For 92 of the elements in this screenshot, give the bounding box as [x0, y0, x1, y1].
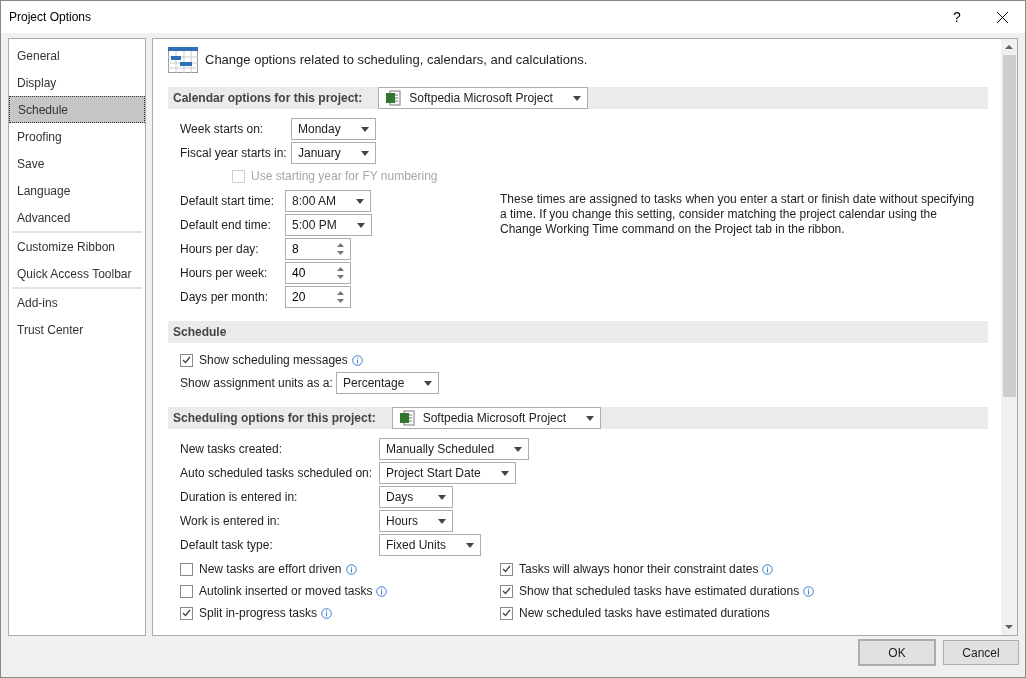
dropdown[interactable]: 5:00 PM: [285, 214, 372, 236]
field-label: Duration is entered in:: [180, 489, 299, 506]
checkbox-label: New scheduled tasks have estimated durations: [519, 605, 770, 622]
spin-arrows-icon: [337, 266, 344, 280]
dropdown[interactable]: 8:00 AM: [285, 190, 372, 212]
field-label: Show assignment units as a:: [180, 375, 334, 392]
sidebar-item[interactable]: Save: [9, 150, 145, 177]
caret-icon: [356, 198, 365, 204]
section-title: Calendar options for this project:: [173, 90, 363, 107]
field-label: Week starts on:: [180, 121, 265, 138]
checkbox-label: Use starting year for FY numbering: [251, 168, 438, 185]
checkbox[interactable]: [180, 584, 193, 598]
spin-value: 40: [292, 265, 306, 282]
dropdown[interactable]: Project Start Date: [379, 462, 516, 484]
spin-value: 20: [292, 289, 306, 306]
sidebar-item[interactable]: Proofing: [9, 123, 145, 150]
field-label: Auto scheduled tasks scheduled on:: [180, 465, 374, 482]
checkmark-icon: [502, 587, 511, 595]
section-title: Scheduling options for this project:: [173, 410, 376, 427]
gantt-chart-icon: [168, 47, 198, 73]
caret-icon: [360, 126, 369, 132]
checkbox[interactable]: [180, 353, 193, 367]
field-label: Hours per day:: [180, 241, 260, 258]
checkbox-label: Show scheduling messages: [199, 352, 348, 369]
dialog-button[interactable]: OK: [859, 640, 935, 665]
caret-icon: [356, 222, 365, 228]
checkbox-label: Split in-progress tasks: [199, 605, 318, 622]
spin-box[interactable]: 20: [285, 286, 351, 308]
caret-icon: [500, 470, 509, 476]
field-label: Days per month:: [180, 289, 270, 306]
checkmark-icon: [502, 609, 511, 617]
field-label: Work is entered in:: [180, 513, 281, 530]
dropdown[interactable]: Hours: [379, 510, 453, 532]
document-icon: [398, 410, 415, 426]
checkmark-icon: [502, 565, 511, 573]
dropdown[interactable]: Monday: [291, 118, 376, 140]
spin-box[interactable]: 40: [285, 262, 351, 284]
field-label: New tasks created:: [180, 441, 284, 458]
sidebar-item[interactable]: Display: [9, 69, 145, 96]
checkbox-label: New tasks are effort driven: [199, 561, 342, 578]
caret-icon: [586, 415, 595, 421]
spin-arrows-icon: [337, 290, 344, 304]
caret-icon: [360, 150, 369, 156]
caret-icon: [572, 95, 581, 101]
project-dropdown[interactable]: Softpedia Microsoft Project: [391, 407, 602, 429]
checkmark-icon: [182, 609, 191, 617]
section-title: Schedule: [173, 324, 227, 341]
dropdown[interactable]: January: [291, 142, 376, 164]
checkbox[interactable]: [500, 584, 513, 598]
dropdown[interactable]: Manually Scheduled: [379, 438, 530, 460]
scroll-thumb[interactable]: [1002, 55, 1016, 397]
field-label: Default end time:: [180, 217, 272, 234]
close-icon: [996, 11, 1008, 23]
checkbox-label: Autolink inserted or moved tasks: [199, 583, 373, 600]
caret-icon: [438, 494, 446, 500]
checkbox[interactable]: [500, 562, 513, 576]
caret-icon: [424, 380, 433, 386]
field-label: Default start time:: [180, 193, 276, 210]
spin-box[interactable]: 8: [285, 238, 351, 260]
checkbox-label: Tasks will always honor their constraint dates: [519, 561, 759, 578]
checkbox[interactable]: [180, 606, 193, 620]
field-label: Hours per week:: [180, 265, 269, 282]
spin-value: 8: [292, 241, 299, 258]
sidebar-item[interactable]: Schedule: [9, 96, 145, 123]
scrollbar[interactable]: [1001, 39, 1017, 635]
dialog-button[interactable]: Cancel: [943, 640, 1019, 665]
field-label: Default task type:: [180, 537, 274, 554]
field-label: Fiscal year starts in:: [180, 145, 288, 162]
checkbox[interactable]: [180, 562, 193, 576]
sidebar-item[interactable]: Trust Center: [9, 316, 145, 343]
dropdown[interactable]: Fixed Units: [379, 534, 482, 556]
checkbox[interactable]: [500, 606, 513, 620]
dropdown[interactable]: Percentage: [336, 372, 440, 394]
sidebar-item[interactable]: General: [9, 42, 145, 69]
help-button[interactable]: ?: [935, 1, 979, 33]
dropdown[interactable]: Days: [379, 486, 453, 508]
spin-arrows-icon: [337, 242, 344, 256]
checkmark-icon: [182, 356, 191, 364]
project-dropdown[interactable]: Softpedia Microsoft Project: [378, 87, 588, 109]
intro-text: Change options related to scheduling, calendars, and calculations.: [205, 51, 588, 70]
sidebar-item[interactable]: Add-ins: [9, 289, 145, 316]
caret-icon: [438, 518, 446, 524]
sidebar-item[interactable]: Customize Ribbon: [9, 233, 145, 260]
document-icon: [385, 90, 402, 106]
window-title: Project Options: [9, 9, 93, 26]
caret-icon: [514, 446, 523, 452]
sidebar-item[interactable]: Advanced: [9, 204, 145, 231]
caret-icon: [466, 542, 475, 548]
sidebar-item[interactable]: Language: [9, 177, 145, 204]
checkbox-label: Show that scheduled tasks have estimated durations: [519, 583, 800, 600]
note-text: These times are assigned to tasks when you enter a start or finish date without specifying a time. If you change this setting, consider matching the project calendar using the Change Working Time command on the Project tab in the ribbon.: [500, 191, 976, 238]
sidebar-item[interactable]: Quick Access Toolbar: [9, 260, 145, 287]
